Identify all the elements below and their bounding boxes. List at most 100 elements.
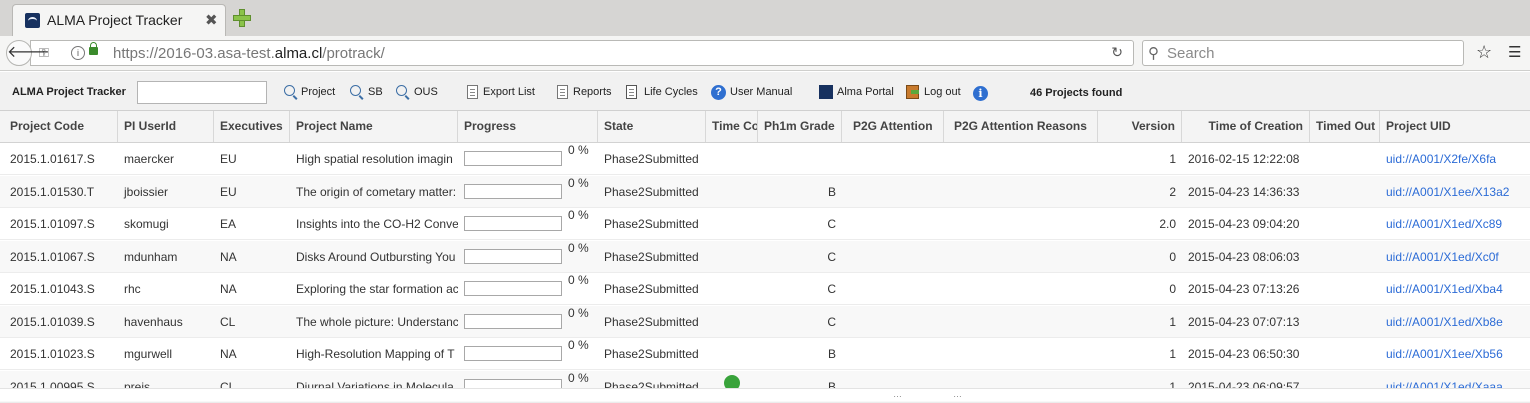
help-icon[interactable]: ? [711,85,726,100]
col-pi-userid[interactable]: PI UserId [118,111,214,142]
export-list-icon[interactable] [467,85,478,99]
back-button[interactable]: 🡐 [6,40,50,66]
col-p2g-attention-reasons[interactable]: P2G Attention Reasons [944,111,1098,142]
progress-bar [464,248,562,264]
browser-tab[interactable]: ALMA Project Tracker ✖ [12,4,226,36]
projects-found-count: 46 Projects found [1030,87,1123,99]
col-project-name[interactable]: Project Name [290,111,458,142]
cell-project-name: High-Resolution Mapping of T [296,347,455,361]
lock-icon [89,42,98,55]
cell-version: 2.0 [1159,217,1176,231]
cell-project-code: 2015.1.01617.S [10,152,95,166]
col-version[interactable]: Version [1098,111,1182,142]
col-project-uid[interactable]: Project UID [1380,111,1530,142]
col-ph1m-grade[interactable]: Ph1m Grade [758,111,842,142]
col-state[interactable]: State [598,111,706,142]
cell-project-uid[interactable]: uid://A001/X1ed/Xba4 [1380,273,1530,305]
browser-search-input[interactable]: ⚲ Search [1142,40,1464,66]
cell-project-uid[interactable]: uid://A001/X1ed/Xc0f [1380,241,1530,273]
cell-state: Phase2Submitted [604,184,699,199]
reader-list-icon[interactable]: ☰ [1508,43,1521,61]
browser-nav-bar: ⚿ i https://2016-03.asa-test.alma.cl/pro… [0,36,1530,71]
col-executives[interactable]: Executives [214,111,290,142]
table-row[interactable]: 2015.1.01617.S maercker EU High spatial res… [0,143,1530,175]
cell-time-of-creation: 2015-04-23 06:50:30 [1188,347,1300,361]
cell-version: 1 [1169,152,1176,166]
table-row[interactable]: 2015.1.01097.S skomugi EA Insights into the… [0,208,1530,240]
cell-project-uid[interactable]: uid://A001/X2fe/X6fa [1380,143,1530,175]
user-manual-link[interactable]: User Manual [730,86,792,98]
reports-icon[interactable] [557,85,568,99]
cell-version: 0 [1169,249,1176,264]
app-title: ALMA Project Tracker [12,86,126,98]
logout-icon[interactable] [906,85,919,99]
cell-ph1m-grade: C [827,249,836,264]
alma-favicon-icon [25,13,40,28]
cell-pi-userid: mdunham [124,249,178,264]
cell-project-uid[interactable]: uid://A001/X1ed/Xb8e [1380,306,1530,338]
cell-project-name: Insights into the CO-H2 Conve [296,217,458,231]
logout-button[interactable]: Log out [924,86,961,98]
col-project-code[interactable]: Project Code [4,111,118,142]
progress-percent: 0 % [568,208,589,222]
cell-project-uid[interactable]: uid://A001/X1ee/X13a2 [1380,176,1530,208]
col-p2g-attention[interactable]: P2G Attention [842,111,944,142]
cell-time-of-creation: 2016-02-15 12:22:08 [1188,152,1300,166]
progress-bar [464,183,562,199]
table-row[interactable]: 2015.1.01023.S mgurwell NA High-Resolution … [0,338,1530,370]
cell-ph1m-grade: C [827,314,836,329]
col-time-co[interactable]: Time Co [706,111,758,142]
sb-search-icon[interactable] [350,85,361,96]
life-cycles-button[interactable]: Life Cycles [644,86,698,98]
export-list-button[interactable]: Export List [483,86,535,98]
progress-percent: 0 % [568,370,589,385]
cell-time-of-creation: 2015-04-23 09:04:20 [1188,217,1300,231]
col-progress[interactable]: Progress [458,111,598,142]
horizontal-scrollbar[interactable]: … … [0,388,1530,401]
search-icon: ⚲ [1148,45,1159,62]
url-text[interactable]: https://2016-03.asa-test.alma.cl/protrac… [113,45,385,62]
table-row[interactable]: 2015.1.01043.S rhc NA Exploring the star fo… [0,273,1530,305]
cell-project-uid[interactable]: uid://A001/X1ee/Xb56 [1380,338,1530,370]
cell-version: 2 [1169,184,1176,199]
cell-project-code: 2015.1.01043.S [10,282,95,296]
bookmark-star-icon[interactable]: ☆ [1476,42,1492,63]
progress-bar [464,346,562,361]
alma-portal-link[interactable]: Alma Portal [837,86,894,98]
new-tab-plus-icon[interactable] [232,8,252,28]
close-tab-icon[interactable]: ✖ [205,11,218,29]
ous-search-icon[interactable] [396,85,407,96]
reload-icon[interactable]: ↻ [1111,44,1123,61]
project-search-icon[interactable] [284,85,295,96]
table-row[interactable]: 2015.1.01530.T jboissier EU The origin of c… [0,175,1530,208]
cell-executives: EU [220,152,237,166]
column-resize-grip[interactable]: … [893,389,903,399]
project-search-button[interactable]: Project [301,86,335,98]
col-timed-out[interactable]: Timed Out [1310,111,1380,142]
ous-search-button[interactable]: OUS [414,86,438,98]
cell-project-name: Exploring the star formation ac [296,282,458,296]
table-row[interactable]: 2015.1.01039.S havenhaus CL The whole pictu… [0,305,1530,338]
col-time-of-creation[interactable]: Time of Creation [1182,111,1310,142]
cell-state: Phase2Submitted [604,152,699,166]
site-info-icon[interactable]: i [71,46,85,60]
project-search-input[interactable] [137,81,267,104]
sb-search-button[interactable]: SB [368,86,383,98]
cell-pi-userid: maercker [124,152,175,166]
cell-executives: NA [220,282,237,296]
column-resize-grip[interactable]: … [953,389,963,399]
cell-state: Phase2Submitted [604,347,699,361]
cell-executives: NA [220,347,237,361]
search-placeholder: Search [1167,45,1215,62]
cell-project-name: The whole picture: Understanc [296,314,458,329]
progress-bar [464,216,562,231]
reports-button[interactable]: Reports [573,86,612,98]
url-bar[interactable]: ⚿ i https://2016-03.asa-test.alma.cl/pro… [30,40,1134,66]
alma-portal-icon[interactable] [819,85,833,99]
info-icon[interactable]: i [973,86,988,101]
cell-state: Phase2Submitted [604,249,699,264]
cell-state: Phase2Submitted [604,282,699,296]
cell-project-uid[interactable]: uid://A001/X1ed/Xc89 [1380,208,1530,240]
table-row[interactable]: 2015.1.01067.S mdunham NA Disks Around Outb… [0,240,1530,273]
life-cycles-icon[interactable] [626,85,637,99]
